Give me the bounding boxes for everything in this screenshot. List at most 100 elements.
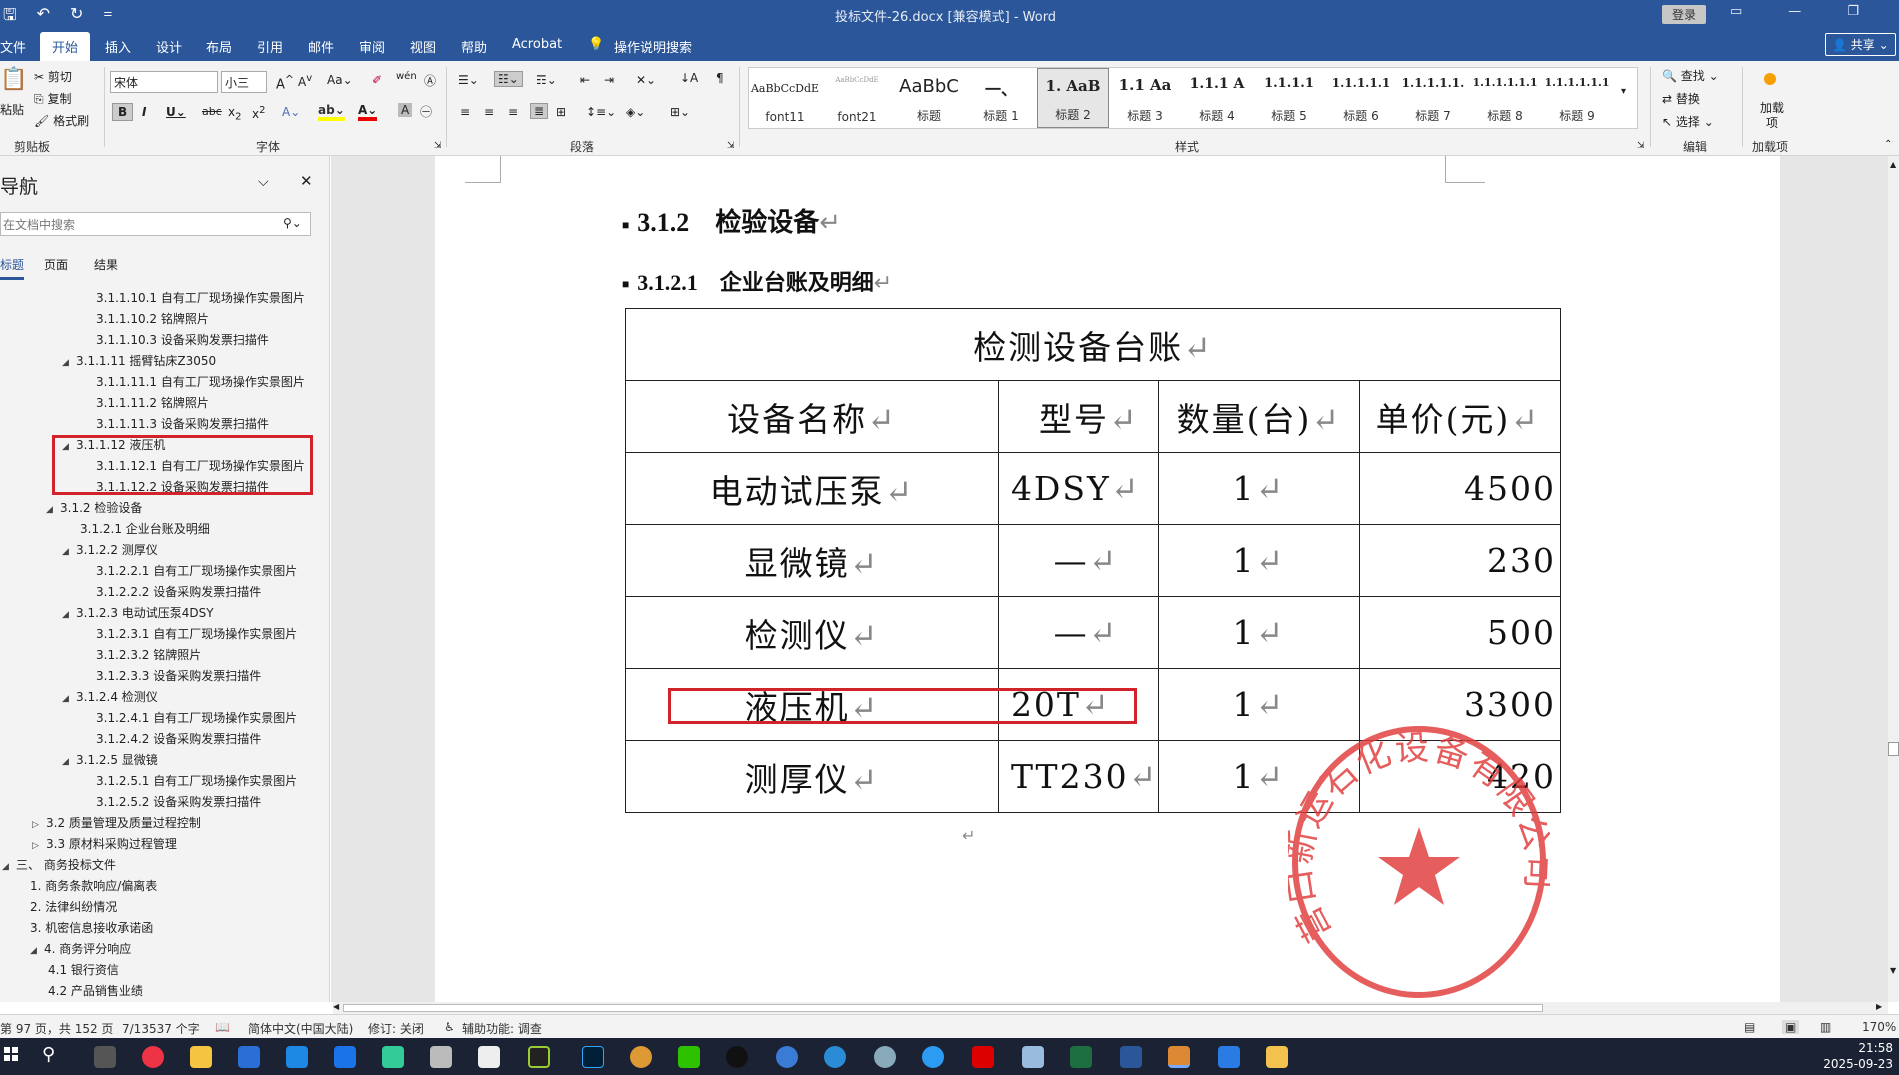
heading-3-1-2-1[interactable]: ■ 3.1.2.1 企业台账及明细↵ — [622, 265, 892, 297]
vertical-scroll-thumb[interactable] — [1888, 742, 1899, 756]
grow-font-icon[interactable]: A^ — [276, 73, 294, 92]
app-search-icon[interactable] — [824, 1046, 846, 1068]
underline-icon[interactable]: U⌄ — [166, 105, 186, 119]
teams-icon[interactable] — [238, 1046, 260, 1068]
table-cell[interactable]: 1↵ — [1158, 452, 1360, 525]
distributed-icon[interactable]: ⊞ — [556, 105, 566, 119]
calculator-icon[interactable] — [94, 1046, 116, 1068]
phonetic-guide-icon[interactable]: wén — [396, 71, 417, 82]
tab-help[interactable]: 帮助 — [461, 37, 487, 56]
align-left-icon[interactable]: ≡ — [460, 105, 470, 119]
redo-icon[interactable]: ↻ — [70, 4, 83, 31]
scroll-left-icon[interactable]: ◀ — [333, 1002, 339, 1011]
header-cell[interactable]: 设备名称↵ — [625, 380, 999, 453]
nav-tree-item[interactable]: 3.1.1.11.2 铭牌照片 — [96, 393, 209, 413]
table-cell[interactable]: —↵ — [997, 524, 1160, 597]
heading-3-1-2[interactable]: ■ 3.1.2 检验设备↵ — [622, 202, 841, 239]
nav-tree-item[interactable]: 3.1.2.3.2 铭牌照片 — [96, 645, 201, 665]
table-title-cell[interactable]: 检测设备台账↵ — [625, 308, 1561, 381]
tab-mailings[interactable]: 邮件 — [308, 37, 334, 56]
photoshop-icon[interactable] — [582, 1046, 604, 1068]
nav-tree-item[interactable]: ◢ 三、 商务投标文件 — [2, 855, 116, 875]
expand-toggle-icon[interactable]: ◢ — [2, 857, 16, 877]
enclose-char-icon[interactable]: ㊀ — [420, 103, 432, 120]
track-changes-status[interactable]: 修订: 关闭 — [368, 1020, 424, 1037]
nav-tree-item[interactable]: ▷ 3.3 原材料采购过程管理 — [32, 834, 177, 854]
nav-tree-item[interactable]: 3.1.2.5.1 自有工厂现场操作实景图片 — [96, 771, 297, 791]
table-cell[interactable]: 230 — [1358, 524, 1562, 597]
proofing-icon[interactable]: 📖 — [215, 1020, 230, 1034]
asian-layout-icon[interactable]: ✕⌄ — [636, 73, 656, 87]
search-icon[interactable]: ⚲⌄ — [283, 216, 302, 230]
nav-tree-item[interactable]: 3.1.1.10.1 自有工厂现场操作实景图片 — [96, 288, 305, 308]
decrease-indent-icon[interactable]: ⇤ — [580, 73, 590, 87]
nav-tree-item[interactable]: 3.1.2.2.1 自有工厂现场操作实景图片 — [96, 561, 297, 581]
highlight-icon[interactable]: ab⌄ — [318, 103, 345, 121]
tab-acrobat[interactable]: Acrobat — [512, 37, 562, 52]
nav-tree-item[interactable]: ◢ 3.1.2 检验设备 — [46, 498, 142, 518]
nav-tab-pages[interactable]: 页面 — [44, 256, 68, 273]
login-button[interactable]: 登录 — [1662, 5, 1707, 24]
taskbar-search-icon[interactable]: ⚲ — [42, 1044, 55, 1065]
word-count[interactable]: 7/13537 个字 — [122, 1020, 200, 1037]
font-name-box[interactable]: 宋体 — [110, 71, 218, 93]
zoom-slider[interactable] — [1844, 1026, 1847, 1029]
nav-tree-item[interactable]: 3.1.2.3.1 自有工厂现场操作实景图片 — [96, 624, 297, 644]
file-explorer-icon[interactable] — [1266, 1046, 1288, 1068]
expand-toggle-icon[interactable]: ▷ — [32, 815, 46, 835]
expand-toggle-icon[interactable]: ◢ — [62, 605, 76, 625]
nav-tree-item[interactable]: ◢ 3.1.2.4 检测仪 — [62, 687, 158, 707]
find-button[interactable]: 🔍 查找 ⌄ — [1662, 67, 1719, 84]
word-icon[interactable] — [1120, 1046, 1142, 1068]
nav-close-icon[interactable]: ✕ — [300, 172, 313, 190]
select-button[interactable]: ↖ 选择 ⌄ — [1662, 113, 1714, 130]
table-cell[interactable]: 检测仪↵ — [625, 596, 999, 669]
scroll-up-icon[interactable]: ▲ — [1890, 160, 1896, 169]
cut-button[interactable]: ✂ 剪切 — [34, 68, 72, 85]
nav-tree-item[interactable]: 3.1.1.10.2 铭牌照片 — [96, 309, 209, 329]
minimize-icon[interactable]: — — [1788, 4, 1801, 19]
addins-icon[interactable] — [1764, 73, 1776, 85]
header-cell[interactable]: 单价(元)↵ — [1358, 380, 1562, 453]
header-cell[interactable]: 数量(台)↵ — [1158, 380, 1360, 453]
numbering-icon[interactable]: ☷⌄ — [494, 71, 523, 87]
format-painter-button[interactable]: 🖌 格式刷 — [34, 112, 89, 129]
app-tablet-icon[interactable] — [1022, 1046, 1044, 1068]
expand-toggle-icon[interactable]: ◢ — [62, 353, 76, 373]
nav-tree-item[interactable]: 3.1.2.4.2 设备采购发票扫描件 — [96, 729, 261, 749]
app-blue-icon[interactable] — [334, 1046, 356, 1068]
font-size-box[interactable]: 小三 — [221, 71, 267, 93]
table-cell[interactable]: TT230↵ — [997, 740, 1160, 813]
nav-tree-item[interactable]: ◢ 3.1.2.2 测厚仪 — [62, 540, 158, 560]
table-cell[interactable]: —↵ — [997, 596, 1160, 669]
style-heading9[interactable]: 1.1.1.1.1.1 标题 9 — [1541, 68, 1613, 128]
styles-more-icon[interactable]: ▾ — [1621, 86, 1626, 97]
nav-tree-item[interactable]: 3.1.2.3.3 设备采购发票扫描件 — [96, 666, 261, 686]
style-heading4[interactable]: 1.1.1 A 标题 4 — [1181, 68, 1253, 128]
style-heading5[interactable]: 1.1.1.1 标题 5 — [1253, 68, 1325, 128]
tab-view[interactable]: 视图 — [410, 37, 436, 56]
style-heading3[interactable]: 1.1 Aa 标题 3 — [1109, 68, 1181, 128]
nav-tree-item[interactable]: 3.1.2.2.2 设备采购发票扫描件 — [96, 582, 261, 602]
sort-icon[interactable]: ↓A — [680, 71, 698, 85]
increase-indent-icon[interactable]: ⇥ — [604, 73, 614, 87]
tell-me-search[interactable]: 操作说明搜索 — [614, 37, 692, 56]
tab-insert[interactable]: 插入 — [105, 37, 131, 56]
table-cell[interactable]: 4500 — [1358, 452, 1562, 525]
change-case-icon[interactable]: Aa⌄ — [327, 73, 353, 87]
show-marks-icon[interactable]: ¶ — [716, 71, 724, 85]
style-title[interactable]: AaBbC 标题 — [893, 68, 965, 128]
italic-icon[interactable]: I — [142, 105, 146, 119]
table-cell[interactable]: 测厚仪↵ — [625, 740, 999, 813]
expand-toggle-icon[interactable]: ◢ — [62, 689, 76, 709]
language[interactable]: 简体中文(中国大陆) — [248, 1020, 353, 1037]
copy-button[interactable]: ⎘ 复制 — [34, 90, 71, 107]
table-cell[interactable]: 4DSY↵ — [997, 452, 1160, 525]
save-icon[interactable]: 🖫 — [3, 4, 17, 31]
tab-review[interactable]: 审阅 — [359, 37, 385, 56]
scroll-down-icon[interactable]: ▼ — [1890, 966, 1896, 975]
store-icon[interactable] — [286, 1046, 308, 1068]
collapse-ribbon-icon[interactable]: ⌃ — [1884, 139, 1892, 150]
styles-dialog-launcher-icon[interactable]: ⇲ — [1637, 141, 1645, 151]
nav-tree-item[interactable]: ◢ 3.1.2.3 电动试压泵4DSY — [62, 603, 214, 623]
